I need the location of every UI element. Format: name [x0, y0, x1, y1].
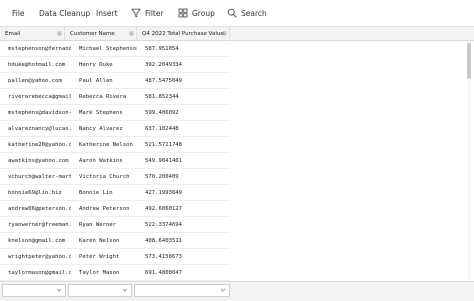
purchase-value-cell[interactable]: 487.5475049: [137, 73, 230, 89]
customer-name-cell[interactable]: Ryan Werner: [71, 217, 137, 233]
chevron-down-icon: [122, 288, 128, 292]
table-row[interactable]: awatkins@yahoo.com Aaron Watkins 549.90414…: [0, 153, 230, 169]
data-cleanup-menu[interactable]: Data Cleanup: [39, 0, 90, 26]
vertical-scrollbar[interactable]: [466, 41, 472, 281]
group-button-label: Group: [192, 8, 215, 18]
purchase-value-cell[interactable]: 587.951054: [137, 41, 230, 57]
data-cleanup-menu-label: Data Cleanup: [39, 8, 91, 18]
column-header-email[interactable]: Email: [0, 27, 65, 41]
filter-icon: [131, 8, 141, 18]
purchase-value-cell[interactable]: 573.4158673: [137, 249, 230, 265]
customer-name-cell[interactable]: Peter Wright: [71, 249, 137, 265]
table-row[interactable]: taylormason@gmail.c Taylor Mason 691.48080…: [0, 265, 230, 281]
table-row[interactable]: katherine20@yahoo.c Katherine Nelson 521.5…: [0, 137, 230, 153]
column-header-label: Email: [5, 31, 21, 37]
table-row[interactable]: knelson@gmail.com Karen Nelson 408.6403511: [0, 233, 230, 249]
customer-name-cell[interactable]: Paul Allen: [71, 73, 137, 89]
email-cell[interactable]: vchurch@walter-mart: [0, 169, 71, 185]
email-cell[interactable]: awatkins@yahoo.com: [0, 153, 71, 169]
customer-name-cell[interactable]: Mark Stephens: [71, 105, 137, 121]
email-cell[interactable]: hduke@hotmail.com: [0, 57, 71, 73]
table-row[interactable]: andrew06@peterson.c Andrew Peterson 492.60…: [0, 201, 230, 217]
email-column-summary-select[interactable]: [2, 284, 66, 297]
customer-name-cell[interactable]: Victoria Church: [71, 169, 137, 185]
filter-button[interactable]: Filter: [131, 0, 164, 26]
column-header-label: Q4 2022 Total Purchase Value: [142, 31, 224, 37]
customer-name-cell[interactable]: Katherine Nelson: [71, 137, 137, 153]
table-row[interactable]: vchurch@walter-mart Victoria Church 570.20…: [0, 169, 230, 185]
email-cell[interactable]: bonnie69@lin.biz: [0, 185, 71, 201]
purchase-value-cell[interactable]: 599.406092: [137, 105, 230, 121]
column-header-customer-name[interactable]: Customer Name: [65, 27, 137, 41]
insert-menu-label: Insert: [96, 8, 118, 18]
search-button-label: Search: [241, 8, 267, 18]
email-cell[interactable]: taylormason@gmail.c: [0, 265, 71, 281]
customer-name-cell[interactable]: Michael Stephenson: [71, 41, 137, 57]
customer-name-cell[interactable]: Karen Nelson: [71, 233, 137, 249]
table-row[interactable]: alvareznancy@lucas. Nancy Alvarez 637.1024…: [0, 121, 230, 137]
purchase-value-cell[interactable]: 570.200409: [137, 169, 230, 185]
column-menu-icon[interactable]: [222, 31, 227, 36]
insert-menu[interactable]: Insert: [96, 0, 118, 26]
email-cell[interactable]: mstephens@davidson-: [0, 105, 71, 121]
customer-name-cell[interactable]: Aaron Watkins: [71, 153, 137, 169]
scrollbar-thumb[interactable]: [467, 43, 471, 79]
customer-name-cell[interactable]: Nancy Alvarez: [71, 121, 137, 137]
column-menu-icon[interactable]: [57, 31, 62, 36]
table-row[interactable]: hduke@hotmail.com Henry Duke 392.2049334: [0, 57, 230, 73]
customer-name-cell[interactable]: Taylor Mason: [71, 265, 137, 281]
table-row[interactable]: ryanwerner@freeman. Ryan Werner 522.337469…: [0, 217, 230, 233]
purchase-value-cell[interactable]: 408.6403511: [137, 233, 230, 249]
purchase-value-cell[interactable]: 637.102448: [137, 121, 230, 137]
data-grid-body: mstephenson@fernand Michael Stephenson 587…: [0, 41, 230, 281]
column-header-label: Customer Name: [70, 31, 115, 37]
table-row[interactable]: pallen@yahoo.com Paul Allen 487.5475049: [0, 73, 230, 89]
purchase-value-cell[interactable]: 427.1993849: [137, 185, 230, 201]
file-menu-label: File: [12, 8, 25, 18]
email-cell[interactable]: riverarebecca@gmail: [0, 89, 71, 105]
toolbar: File Data Cleanup Insert Filter Group Se…: [0, 0, 474, 26]
table-row[interactable]: wrightpeter@yahoo.c Peter Wright 573.41586…: [0, 249, 230, 265]
chevron-down-icon: [56, 288, 62, 292]
purchase-value-cell[interactable]: 691.4808047: [137, 265, 230, 281]
email-cell[interactable]: ryanwerner@freeman.: [0, 217, 71, 233]
purchase-value-cell[interactable]: 581.852344: [137, 89, 230, 105]
purchase-value-cell[interactable]: 392.2049334: [137, 57, 230, 73]
value-column-summary-select[interactable]: [134, 284, 230, 297]
table-row[interactable]: mstephens@davidson- Mark Stephens 599.4060…: [0, 105, 230, 121]
group-icon: [178, 8, 188, 18]
grid-footer: [0, 281, 474, 301]
email-cell[interactable]: katherine20@yahoo.c: [0, 137, 71, 153]
email-cell[interactable]: alvareznancy@lucas.: [0, 121, 71, 137]
email-cell[interactable]: pallen@yahoo.com: [0, 73, 71, 89]
chevron-down-icon: [220, 288, 226, 292]
customer-name-cell[interactable]: Andrew Peterson: [71, 201, 137, 217]
column-header-row: Email Customer Name Q4 2022 Total Purcha…: [0, 26, 474, 41]
email-cell[interactable]: wrightpeter@yahoo.c: [0, 249, 71, 265]
group-button[interactable]: Group: [178, 0, 215, 26]
purchase-value-cell[interactable]: 549.9041461: [137, 153, 230, 169]
table-row[interactable]: riverarebecca@gmail Rebecca Rivera 581.852…: [0, 89, 230, 105]
search-icon: [227, 8, 237, 18]
email-cell[interactable]: mstephenson@fernand: [0, 41, 71, 57]
purchase-value-cell[interactable]: 492.6060127: [137, 201, 230, 217]
customer-name-cell[interactable]: Bonnie Lin: [71, 185, 137, 201]
filter-button-label: Filter: [145, 8, 164, 18]
table-row[interactable]: bonnie69@lin.biz Bonnie Lin 427.1993849: [0, 185, 230, 201]
column-menu-icon[interactable]: [129, 31, 134, 36]
table-row[interactable]: mstephenson@fernand Michael Stephenson 587…: [0, 41, 230, 57]
column-header-q4-2022-total-purchase-value[interactable]: Q4 2022 Total Purchase Value: [137, 27, 230, 41]
customer-name-cell[interactable]: Rebecca Rivera: [71, 89, 137, 105]
purchase-value-cell[interactable]: 522.3374694: [137, 217, 230, 233]
search-button[interactable]: Search: [227, 0, 267, 26]
email-cell[interactable]: andrew06@peterson.c: [0, 201, 71, 217]
file-menu[interactable]: File: [12, 0, 25, 26]
purchase-value-cell[interactable]: 521.5721748: [137, 137, 230, 153]
email-cell[interactable]: knelson@gmail.com: [0, 233, 71, 249]
customer-name-column-summary-select[interactable]: [68, 284, 132, 297]
customer-name-cell[interactable]: Henry Duke: [71, 57, 137, 73]
